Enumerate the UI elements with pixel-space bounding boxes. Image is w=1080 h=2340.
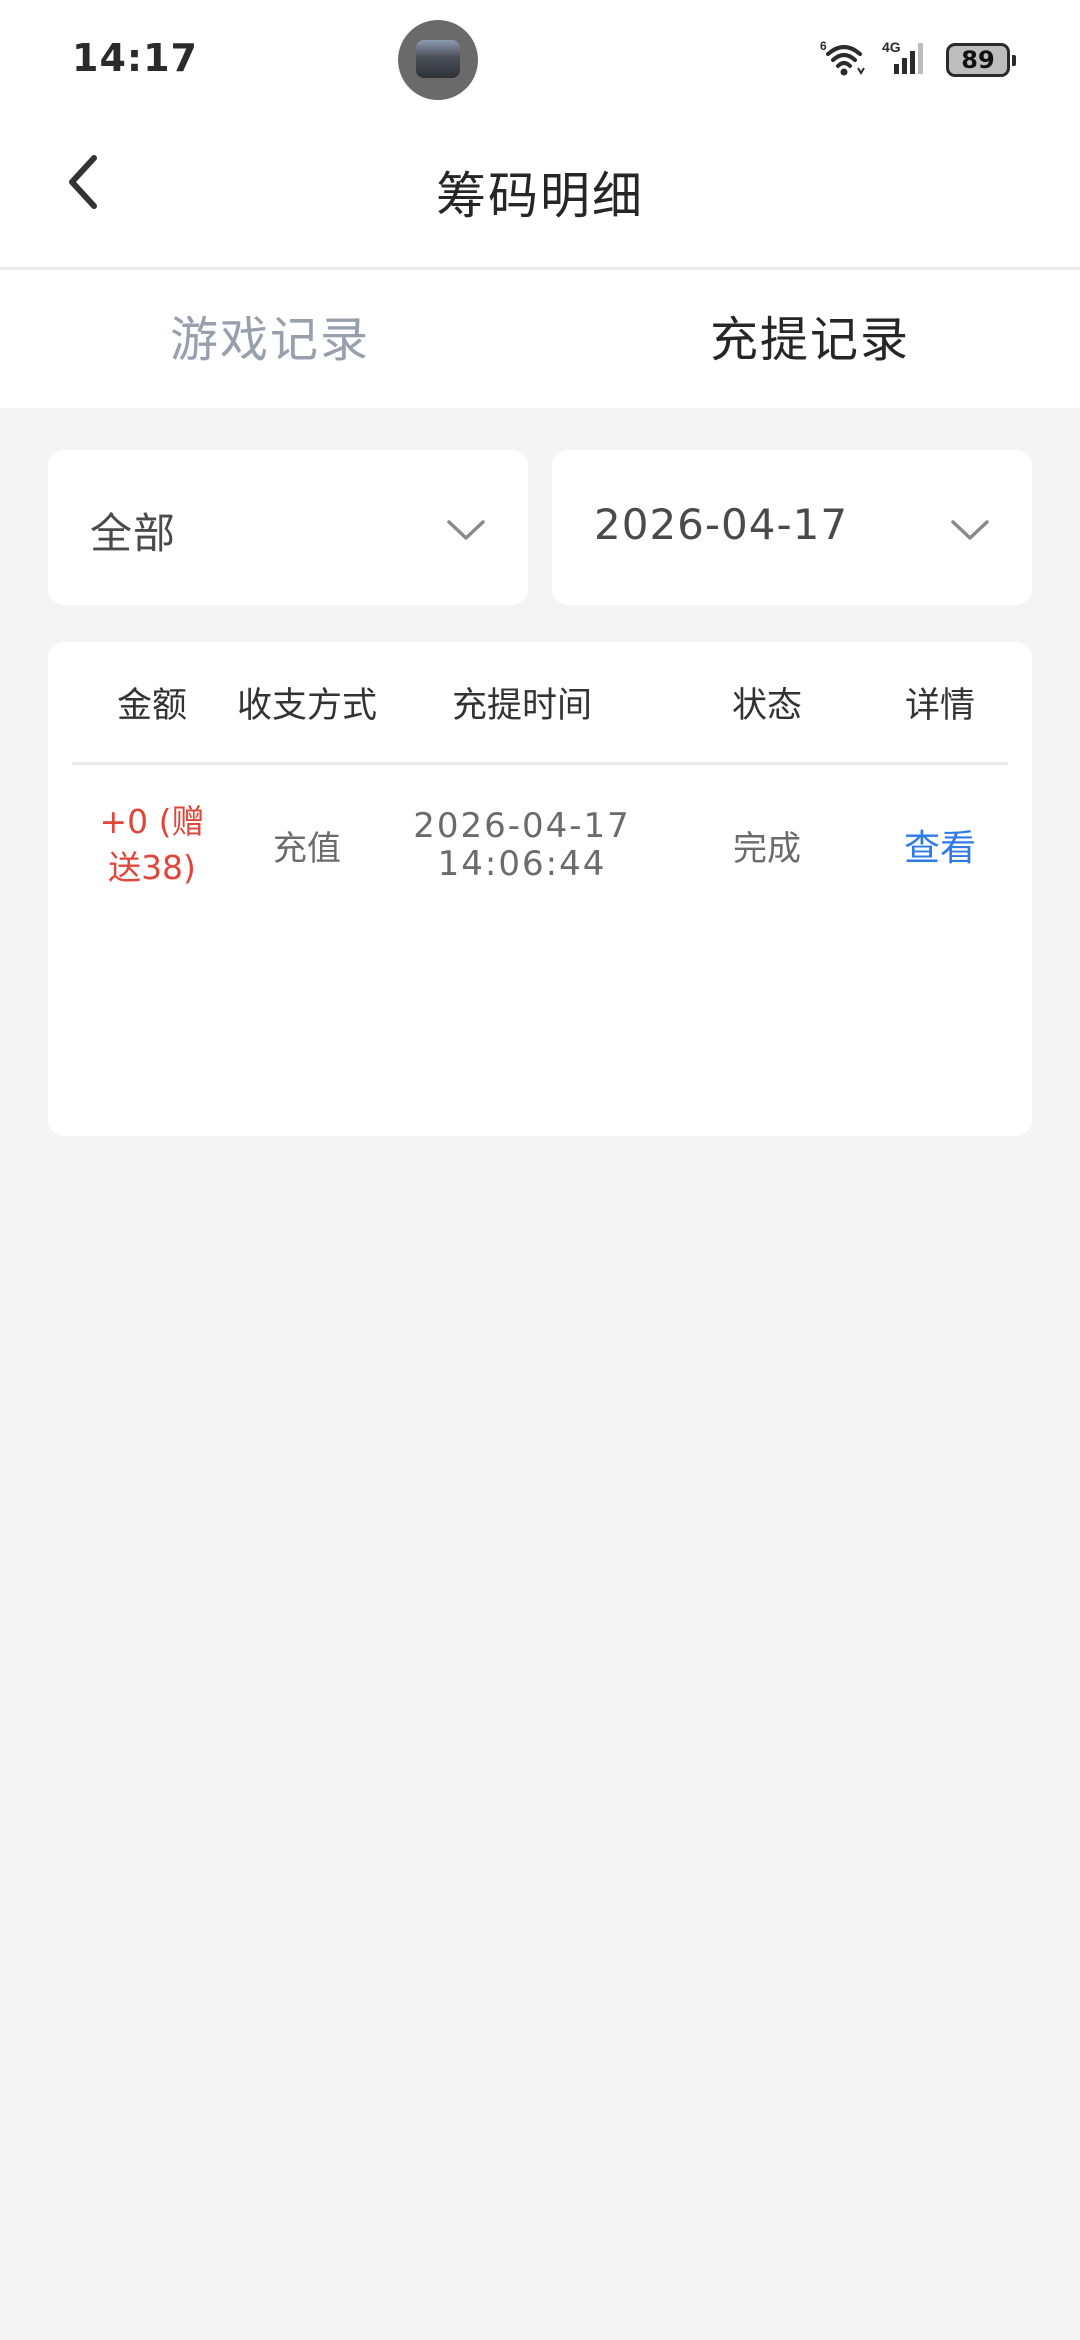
status-bar: 14:17 6 4G 89 <box>0 0 1080 118</box>
table-row: +0 (赠 送38) 充值 2026-04-17 14:06:44 完成 查看 <box>72 765 1008 925</box>
cell-clock: 14:06:44 <box>437 844 607 884</box>
header: 筹码明细 <box>0 118 1080 270</box>
column-header-amount: 金额 <box>116 685 187 726</box>
cell-date: 2026-04-17 <box>413 806 631 846</box>
page-title: 筹码明细 <box>436 167 644 225</box>
floating-avatar[interactable] <box>398 20 478 100</box>
cell-amount: +0 (赠 送38) <box>72 799 232 891</box>
cellular-4g-icon: 4G <box>882 38 932 82</box>
status-icons: 6 4G 89 <box>820 38 1016 82</box>
tab-bar: 游戏记录 充提记录 <box>0 270 1080 408</box>
tab-deposit-withdraw-records[interactable]: 充提记录 <box>540 270 1080 408</box>
cell-time: 2026-04-17 14:06:44 <box>382 807 662 883</box>
column-header-method: 收支方式 <box>236 685 377 726</box>
cell-status: 完成 <box>733 828 801 869</box>
svg-text:4G: 4G <box>882 39 901 55</box>
svg-text:6: 6 <box>820 39 827 53</box>
status-time: 14:17 <box>72 36 198 80</box>
amount-line-2: 送38) <box>108 848 196 887</box>
date-filter-value: 2026-04-17 <box>594 500 849 549</box>
type-filter-dropdown[interactable]: 全部 <box>48 450 528 605</box>
battery-icon: 89 <box>946 43 1016 77</box>
cell-method: 充值 <box>273 828 341 869</box>
column-header-detail: 详情 <box>904 685 975 726</box>
type-filter-value: 全部 <box>90 509 177 558</box>
chevron-down-icon <box>950 510 990 550</box>
chevron-down-icon <box>446 510 486 550</box>
wifi-icon: 6 <box>820 38 868 82</box>
view-detail-link[interactable]: 查看 <box>872 819 1008 871</box>
table-header: 金额 收支方式 充提时间 状态 详情 <box>72 642 1008 765</box>
column-header-time: 充提时间 <box>451 685 592 726</box>
avatar-image <box>416 40 460 78</box>
date-filter-dropdown[interactable]: 2026-04-17 <box>552 450 1032 605</box>
column-header-status: 状态 <box>731 685 802 726</box>
amount-line-1: +0 (赠 <box>99 802 205 841</box>
battery-level: 89 <box>961 46 995 74</box>
records-table: 金额 收支方式 充提时间 状态 详情 +0 (赠 送38) 充值 2026-04… <box>48 642 1032 1136</box>
tab-game-records[interactable]: 游戏记录 <box>0 270 540 408</box>
